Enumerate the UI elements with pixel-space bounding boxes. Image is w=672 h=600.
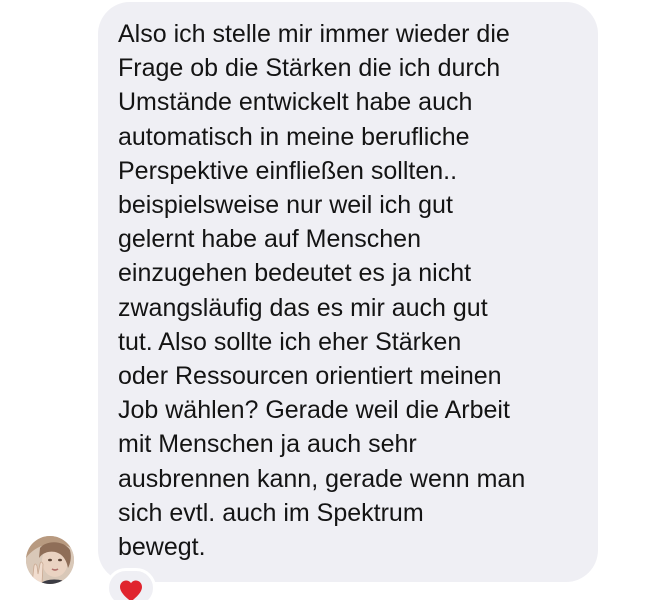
message-line: Also ich stelle mir immer wieder die (118, 20, 510, 48)
message-line: tut. Also sollte ich eher Stärken (118, 327, 462, 356)
message-line: zwangsläufig das es mir auch gut (118, 293, 488, 322)
reaction-badge[interactable] (106, 568, 156, 600)
message-line: bewegt. (118, 533, 206, 562)
message-line: beispielsweise nur weil ich gut (118, 191, 453, 220)
profile-photo-icon (26, 536, 74, 584)
message-line: Frage ob die Stärken die ich durch (118, 54, 501, 83)
message-thread: Also ich stelle mir immer wieder die Fra… (0, 0, 672, 600)
message-line: Perspektive einfließen sollten.. (118, 156, 458, 185)
message-bubble[interactable]: Also ich stelle mir immer wieder die Fra… (98, 2, 598, 582)
message-line: automatisch in meine berufliche (118, 122, 470, 151)
message-line: Job wählen? Gerade weil die Arbeit (118, 396, 510, 425)
message-line: gelernt habe auf Menschen (118, 225, 421, 254)
sender-avatar[interactable] (26, 536, 74, 584)
message-line: ausbrennen kann, gerade wenn man (118, 464, 526, 493)
message-line: mit Menschen ja auch sehr (118, 430, 417, 459)
message-line: oder Ressourcen orientiert meinen (118, 362, 502, 391)
message-line: einzugehen bedeutet es ja nicht (118, 259, 472, 288)
message-line: sich evtl. auch im Spektrum (118, 498, 424, 527)
heart-icon (120, 580, 142, 600)
message-line: Umstände entwickelt habe auch (118, 88, 473, 117)
